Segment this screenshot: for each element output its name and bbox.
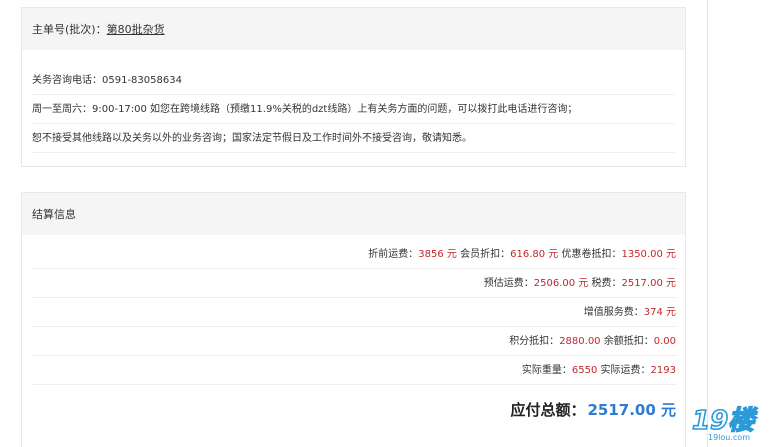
total-row: 应付总额： 2517.00 元 (31, 385, 676, 433)
order-label: 主单号(批次)： (32, 23, 107, 36)
freight-discount-row: 折前运费：3856 元 会员折扣：616.80 元 优惠卷抵扣：1350.00 … (31, 240, 676, 269)
points-label: 积分抵扣： (509, 336, 560, 347)
service-value: 374 元 (643, 307, 676, 318)
total-label: 应付总额： (510, 400, 586, 419)
est-freight-label: 预估运费： (483, 278, 534, 289)
pre-freight-value: 3856 元 (418, 249, 457, 260)
total-amount: 2517.00 元 (587, 400, 676, 419)
deduction-row: 积分抵扣：2880.00 余额抵扣：0.00 (31, 327, 676, 356)
actual-freight-label: 实际运费： (597, 365, 651, 376)
weight-label: 实际重量： (521, 365, 572, 376)
tax-label: 税费： (588, 278, 622, 289)
coupon-value: 1350.00 元 (621, 249, 676, 260)
coupon-label: 优惠卷抵扣： (558, 249, 622, 260)
est-freight-value: 2506.00 元 (533, 278, 589, 289)
service-fee-row: 增值服务费：374 元 (31, 298, 676, 327)
weight-value: 6550 (571, 365, 598, 376)
tax-value: 2517.00 元 (621, 278, 676, 289)
member-discount-label: 会员折扣： (456, 249, 511, 260)
pre-freight-label: 折前运费： (368, 249, 419, 260)
site-watermark-logo: 19楼 19lou.com (691, 405, 759, 442)
order-header: 主单号(批次)： 第80批杂货 (22, 8, 685, 50)
watermark-text: 19楼 (692, 406, 758, 436)
points-value: 2880.00 (559, 336, 601, 347)
customs-info: 关务咨询电话：0591-83058634 周一至周六：9:00-17:00 如您… (22, 66, 685, 153)
settlement-body: 折前运费：3856 元 会员折扣：616.80 元 优惠卷抵扣：1350.00 … (22, 235, 685, 433)
member-discount-value: 616.80 元 (510, 249, 559, 260)
right-divider (707, 0, 708, 447)
actual-freight-value: 2193 (650, 365, 676, 376)
order-info-panel: 主单号(批次)： 第80批杂货 关务咨询电话：0591-83058634 周一至… (21, 7, 686, 167)
balance-label: 余额抵扣： (600, 336, 654, 347)
customs-phone: 关务咨询电话：0591-83058634 (32, 66, 675, 95)
service-label: 增值服务费： (583, 307, 644, 318)
balance-value: 0.00 (653, 336, 676, 347)
watermark-sub: 19lou.com (708, 433, 750, 442)
estimate-tax-row: 预估运费：2506.00 元 税费：2517.00 元 (31, 269, 676, 298)
batch-link[interactable]: 第80批杂货 (107, 21, 165, 37)
settlement-header: 结算信息 (22, 193, 685, 235)
settlement-title: 结算信息 (32, 208, 76, 221)
weight-freight-row: 实际重量：6550 实际运费：2193 (31, 356, 676, 385)
customs-notice: 恕不接受其他线路以及关务以外的业务咨询；国家法定节假日及工作时间外不接受咨询，敬… (32, 124, 675, 153)
customs-hours: 周一至周六：9:00-17:00 如您在跨境线路（预缴11.9%关税的dzt线路… (32, 95, 675, 124)
settlement-panel: 结算信息 折前运费：3856 元 会员折扣：616.80 元 优惠卷抵扣：135… (21, 192, 686, 447)
